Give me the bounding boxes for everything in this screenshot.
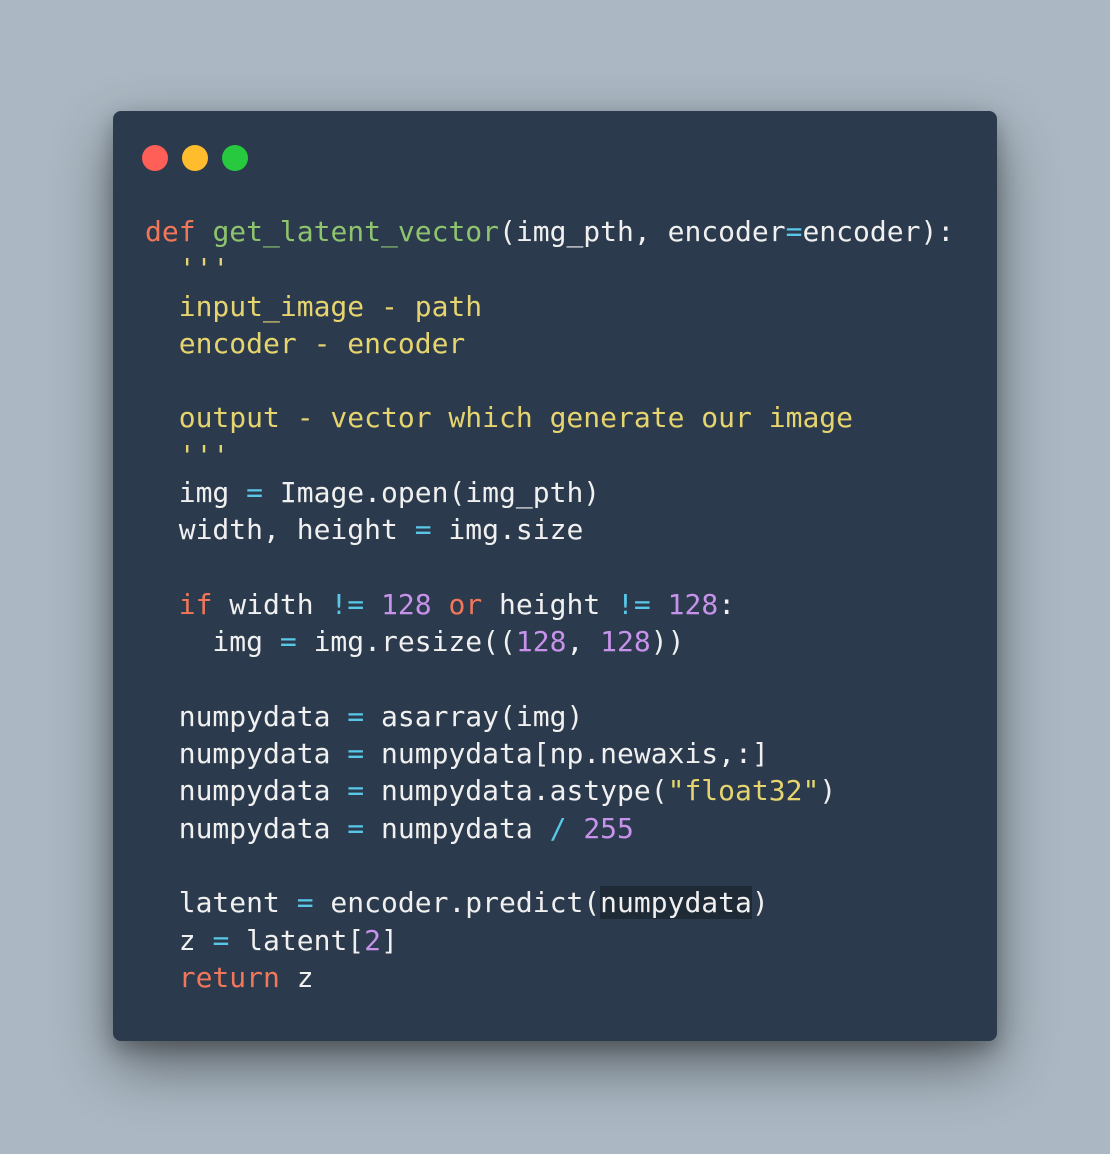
code-token: width (212, 587, 331, 621)
code-token: numpydata (145, 774, 348, 808)
code-token: asarray(img) (364, 699, 584, 733)
code-token: numpydata (145, 699, 348, 733)
code-block: def get_latent_vector(img_pth, encoder=e… (145, 213, 954, 996)
code-token: = (347, 811, 365, 845)
code-token: ) (751, 886, 769, 920)
code-line: ''' (145, 437, 954, 474)
code-token: ) (819, 774, 837, 808)
code-token: Image.open(img_pth) (263, 476, 601, 510)
code-token: : (718, 587, 736, 621)
code-token: get_latent_vector (212, 215, 500, 248)
code-token: if (178, 587, 213, 621)
code-line: if width != 128 or height != 128: (145, 586, 954, 623)
code-token: output - vector which generate our image (145, 401, 854, 435)
code-token: input_image - path (145, 289, 483, 323)
maximize-button[interactable] (222, 145, 248, 171)
code-token: numpydata (145, 811, 348, 845)
code-token: ] (381, 923, 398, 957)
minimize-button[interactable] (182, 145, 208, 171)
code-token: numpydata.astype( (364, 774, 668, 808)
code-token: def (145, 215, 196, 248)
code-line: numpydata = asarray(img) (145, 698, 954, 735)
code-token: encoder.predict( (313, 886, 601, 920)
code-token: = (347, 774, 365, 808)
code-token: ''' (145, 252, 230, 286)
code-token: = (414, 513, 432, 547)
code-token: = (212, 923, 230, 957)
code-token: encoder - encoder (145, 326, 466, 360)
code-line: output - vector which generate our image (145, 399, 954, 436)
code-token: img (145, 625, 280, 659)
code-line: return z (145, 959, 954, 996)
code-line: numpydata = numpydata[np.newaxis,:] (145, 735, 954, 772)
code-token: , (566, 625, 601, 659)
code-token: return (178, 960, 280, 994)
close-button[interactable] (142, 145, 168, 171)
code-token: = (296, 886, 314, 920)
code-line: z = latent[2] (145, 922, 954, 959)
code-token: 2 (364, 923, 382, 957)
code-line: img = Image.open(img_pth) (145, 474, 954, 511)
code-line: ''' (145, 250, 954, 287)
window-controls (142, 145, 248, 171)
code-token: != (617, 587, 651, 621)
code-token: numpydata (364, 811, 550, 845)
code-token: 128 (600, 625, 651, 659)
code-line: input_image - path (145, 288, 954, 325)
code-token: img (145, 476, 247, 510)
code-line: encoder - encoder (145, 325, 954, 362)
code-token: = (785, 215, 803, 248)
code-line: img = img.resize((128, 128)) (145, 623, 954, 660)
code-token: latent[ (229, 923, 365, 957)
code-token: img.resize(( (296, 625, 516, 659)
code-token: height (482, 587, 618, 621)
code-token: width, height (145, 513, 415, 547)
code-line: latent = encoder.predict(numpydata) (145, 884, 954, 921)
code-token: / (549, 811, 567, 845)
code-token: = (347, 737, 365, 771)
code-line: numpydata = numpydata / 255 (145, 810, 954, 847)
code-token: 128 (667, 587, 719, 621)
code-token: != (330, 587, 365, 621)
code-token: img.size (431, 513, 584, 547)
code-token: ''' (145, 438, 230, 472)
code-token: or (448, 587, 483, 621)
code-line: def get_latent_vector(img_pth, encoder=e… (145, 213, 954, 250)
code-token: numpydata (145, 737, 348, 771)
code-token: = (246, 476, 264, 510)
code-token: numpydata (600, 886, 752, 920)
code-line: numpydata = numpydata.astype("float32") (145, 772, 954, 809)
code-token: encoder): (802, 215, 955, 248)
code-token: 255 (583, 811, 634, 845)
code-token: z (279, 960, 314, 994)
code-token: z (145, 923, 213, 957)
code-token: latent (145, 886, 297, 920)
code-token: = (347, 699, 365, 733)
code-window: def get_latent_vector(img_pth, encoder=e… (113, 111, 997, 1041)
code-token: )) (650, 625, 685, 659)
code-token: 128 (515, 625, 567, 659)
code-token: numpydata[np.newaxis,:] (364, 737, 769, 771)
code-token: "float32" (667, 774, 820, 808)
code-token: = (279, 625, 297, 659)
code-line: width, height = img.size (145, 511, 954, 548)
code-token: (img_pth, encoder (499, 215, 786, 248)
code-token: 128 (381, 587, 432, 621)
